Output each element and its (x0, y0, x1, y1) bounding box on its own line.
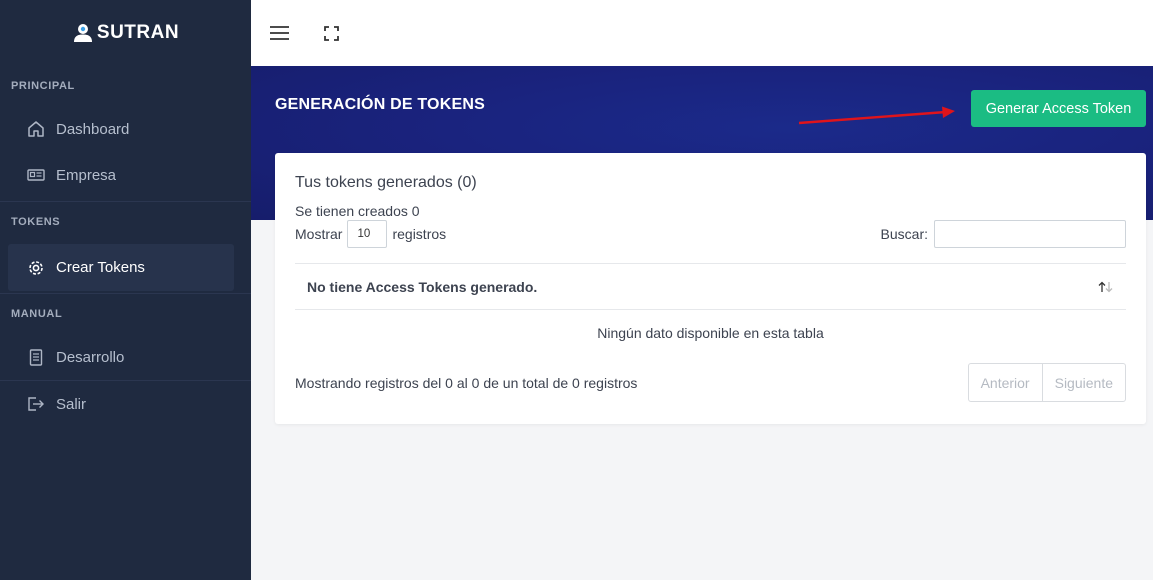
search-input[interactable] (934, 220, 1126, 248)
fullscreen-icon (323, 25, 339, 41)
column-header: No tiene Access Tokens generado. (307, 278, 538, 295)
search-control: Buscar: (881, 220, 1126, 248)
card-title: Tus tokens generados (0) (295, 174, 477, 191)
sidebar-item-dashboard[interactable]: Dashboard (0, 106, 251, 152)
length-suffix: registros (392, 226, 447, 242)
table-header[interactable]: No tiene Access Tokens generado. (295, 263, 1126, 310)
sort-icon[interactable] (1098, 281, 1114, 293)
tokens-card: Tus tokens generados (0) Se tienen cread… (275, 153, 1146, 424)
sidebar-item-label: Empresa (56, 166, 117, 184)
sidebar-item-crear-tokens[interactable]: Crear Tokens (8, 244, 234, 291)
hamburger-icon (269, 26, 289, 40)
page-length-control: Mostrar 10 registros (295, 220, 446, 248)
user-icon (73, 24, 92, 42)
topbar (251, 0, 1153, 66)
sidebar-item-label: Salir (56, 395, 87, 413)
previous-page-button[interactable]: Anterior (969, 364, 1042, 401)
generate-access-token-button[interactable]: Generar Access Token (971, 90, 1146, 127)
gear-icon (27, 259, 45, 277)
sidebar-item-desarrollo[interactable]: Desarrollo (0, 334, 251, 380)
sidebar-item-label: Crear Tokens (56, 259, 145, 276)
search-label: Buscar: (880, 226, 928, 242)
fullscreen-button[interactable] (321, 23, 341, 43)
sidebar: SUTRAN PRINCIPAL Dashboard Empresa TOKEN… (0, 0, 251, 580)
empty-table-message: Ningún dato disponible en esta tabla (597, 325, 824, 341)
sidebar-item-label: Desarrollo (56, 348, 125, 366)
home-icon (27, 120, 45, 138)
id-card-icon (27, 166, 45, 184)
document-icon (27, 348, 45, 366)
section-label-tokens: TOKENS (11, 216, 61, 228)
menu-toggle-button[interactable] (269, 23, 289, 43)
sidebar-item-label: Dashboard (56, 120, 130, 138)
table-info: Mostrando registros del 0 al 0 de un tot… (295, 375, 638, 391)
section-label-manual: MANUAL (11, 308, 63, 320)
tokens-count-text: Se tienen creados 0 (295, 203, 420, 219)
brand-name: SUTRAN (96, 22, 180, 43)
logout-icon (27, 395, 45, 413)
length-prefix: Mostrar (295, 226, 343, 242)
brand-logo[interactable]: SUTRAN (0, 0, 251, 66)
page-title: GENERACIÓN DE TOKENS (275, 96, 485, 113)
sidebar-item-empresa[interactable]: Empresa (0, 152, 251, 198)
red-arrow-annotation (798, 106, 955, 125)
next-page-button[interactable]: Siguiente (1041, 364, 1125, 401)
section-label-principal: PRINCIPAL (11, 80, 75, 92)
pagination: Anterior Siguiente (967, 363, 1126, 402)
page-length-select[interactable]: 10 (347, 220, 388, 248)
sidebar-item-salir[interactable]: Salir (0, 381, 251, 427)
